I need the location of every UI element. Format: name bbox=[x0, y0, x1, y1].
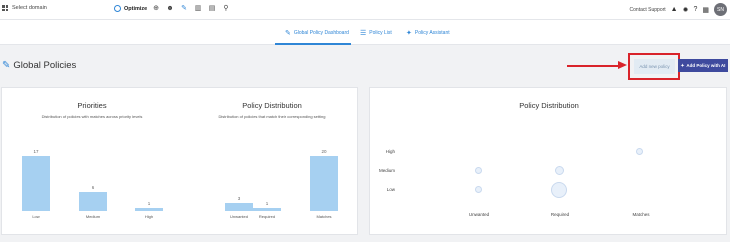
policy-distribution-bar-label-required: Required bbox=[258, 214, 276, 219]
gear-icon[interactable]: ✹ bbox=[683, 6, 689, 14]
x-axis-label-required: Required bbox=[550, 212, 570, 217]
contact-support-link[interactable]: Contact Support bbox=[630, 7, 666, 13]
top-bar-right: Contact Support ▲ ✹ ? ▦ SN bbox=[630, 3, 727, 16]
hammer-icon: ✎ bbox=[2, 60, 11, 71]
annotation-arrow bbox=[567, 64, 620, 67]
priorities-bar-label-low: Low bbox=[32, 214, 40, 219]
policy-distribution-bar-label-matches: Matches bbox=[316, 214, 332, 219]
app-name: Optimize bbox=[124, 5, 148, 12]
list-icon: ☰ bbox=[360, 30, 367, 37]
domain-selector-label: Select domain bbox=[12, 5, 47, 11]
policy-distribution-bubble-card: Policy Distribution High Medium Low Unwa… bbox=[369, 87, 727, 235]
document-icon[interactable]: ▤ bbox=[208, 5, 216, 13]
policy-distribution-bar-value-matches: 20 bbox=[321, 149, 327, 154]
x-axis-label-unwanted: Unwanted bbox=[468, 212, 490, 217]
module-icons: ⊕ ☻ ✎ ▥ ▤ ⚲ bbox=[152, 5, 230, 13]
hammer-icon[interactable]: ✎ bbox=[180, 5, 188, 13]
policy-distribution-bar-required bbox=[253, 208, 281, 211]
x-axis-label-matches: Matches bbox=[632, 212, 650, 217]
y-axis-label-high: High bbox=[385, 149, 395, 154]
tab-label: Policy Assistant bbox=[414, 30, 450, 36]
tab-bar: ✎ Global Policy Dashboard ☰ Policy List … bbox=[0, 20, 730, 45]
tab-global-policy-dashboard[interactable]: ✎ Global Policy Dashboard bbox=[285, 29, 349, 37]
globe-icon[interactable]: ⊕ bbox=[152, 5, 160, 13]
grid-icon bbox=[2, 5, 8, 11]
sparkle-icon: ✦ bbox=[680, 62, 685, 68]
priorities-bar-label-medium: Medium bbox=[85, 214, 101, 219]
tab-label: Policy List bbox=[369, 30, 392, 36]
page-title: ✎ Global Policies bbox=[2, 60, 76, 71]
add-policy-with-ai-button[interactable]: ✦ Add Policy with AI bbox=[678, 59, 728, 72]
active-tab-indicator bbox=[275, 43, 351, 45]
bubble-unwanted-medium bbox=[475, 167, 482, 174]
bubble-required-medium bbox=[555, 166, 564, 175]
policy-distribution-bar-value-unwanted: 3 bbox=[237, 195, 241, 201]
users-icon[interactable]: ☻ bbox=[166, 5, 174, 13]
search-icon[interactable]: ⚲ bbox=[222, 5, 230, 13]
y-axis-label-medium: Medium bbox=[378, 168, 395, 173]
priorities-card: Priorities Distribution of policies with… bbox=[1, 87, 358, 235]
annotation-arrow-head bbox=[618, 61, 627, 69]
policy-distribution-bar-matches bbox=[310, 156, 338, 211]
hammer-icon: ✎ bbox=[285, 30, 291, 37]
domain-selector[interactable]: Select domain bbox=[2, 5, 47, 11]
app-switcher[interactable]: Optimize bbox=[114, 5, 147, 12]
sparkle-icon: ✦ bbox=[406, 30, 412, 37]
add-policy-with-ai-label: Add Policy with AI bbox=[686, 63, 726, 68]
bubble-required-low bbox=[551, 182, 567, 198]
tab-label: Global Policy Dashboard bbox=[293, 30, 349, 36]
bubble-unwanted-low bbox=[475, 186, 482, 193]
policy-distribution-bar-value-required: 1 bbox=[265, 201, 269, 207]
priorities-bar-value-low: 17 bbox=[33, 149, 39, 154]
policy-distribution-bar-unwanted bbox=[225, 202, 253, 211]
priorities-bar-low bbox=[22, 156, 50, 211]
y-axis-label-low: Low bbox=[386, 187, 395, 192]
page-title-text: Global Policies bbox=[13, 60, 77, 71]
priorities-bar-high bbox=[135, 207, 163, 211]
add-new-policy-button[interactable]: Add new policy bbox=[634, 59, 675, 74]
help-icon[interactable]: ? bbox=[693, 6, 697, 13]
priorities-bar-value-high: 1 bbox=[147, 200, 151, 206]
top-bar: Select domain Optimize ⊕ ☻ ✎ ▥ ▤ ⚲ Conta… bbox=[0, 0, 730, 20]
policy-distribution-chart-subtitle: Distribution of policies that match thei… bbox=[218, 114, 326, 119]
priorities-bar-label-high: High bbox=[144, 214, 154, 219]
priorities-chart-title: Priorities bbox=[77, 101, 107, 110]
tab-policy-list[interactable]: ☰ Policy List bbox=[360, 29, 392, 37]
tab-policy-assistant[interactable]: ✦ Policy Assistant bbox=[406, 29, 450, 37]
bubble-chart-title: Policy Distribution bbox=[519, 101, 579, 110]
bell-icon[interactable]: ▲ bbox=[671, 6, 678, 13]
priorities-bar-medium bbox=[79, 191, 107, 211]
avatar[interactable]: SN bbox=[714, 3, 727, 16]
bubble-matches-high bbox=[636, 148, 643, 155]
policy-distribution-chart-title: Policy Distribution bbox=[242, 101, 302, 110]
priorities-chart-subtitle: Distribution of policies with matches ac… bbox=[41, 114, 143, 119]
priorities-bar-value-medium: 6 bbox=[91, 184, 95, 190]
chart-icon[interactable]: ▥ bbox=[194, 5, 202, 13]
optimize-logo-icon bbox=[114, 5, 121, 12]
apps-grid-icon[interactable]: ▦ bbox=[702, 6, 709, 14]
